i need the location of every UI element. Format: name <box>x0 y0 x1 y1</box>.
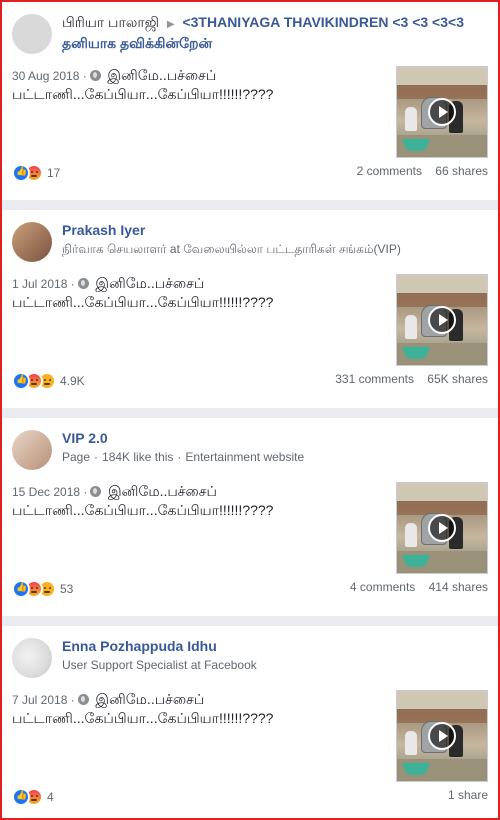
avatar[interactable] <box>12 638 52 678</box>
shares-count[interactable]: 65K shares <box>427 372 488 386</box>
post-body: 7 Jul 2018 · இனிமே..பச்சைப் பட்டாணி...கே… <box>12 691 274 726</box>
comments-count[interactable]: 4 comments <box>350 580 415 594</box>
post-card: Prakash Iyer நிர்வாக செயலாளர் at வேலையில… <box>2 210 498 408</box>
post-card: Enna Pozhappuda Idhu User Support Specia… <box>2 626 498 818</box>
avatar-logo-icon <box>17 26 47 40</box>
post-date[interactable]: 15 Dec 2018 <box>12 485 80 499</box>
post-date[interactable]: 7 Jul 2018 <box>12 693 67 707</box>
play-icon[interactable] <box>428 98 456 126</box>
author-name[interactable]: VIP 2.0 <box>62 430 108 446</box>
page-type: Page <box>62 450 91 464</box>
comments-count[interactable]: 331 comments <box>335 372 414 386</box>
post-footer: 4.9K 331 comments 65K shares <box>12 372 488 392</box>
post-footer: 53 4 comments 414 shares <box>12 580 488 600</box>
post-header: பிரியா பாலாஜி ▶ <3THANIYAGA THAVIKINDREN… <box>62 13 490 52</box>
video-thumbnail[interactable] <box>396 482 488 574</box>
feed-frame: பிரியா பாலாஜி ▶ <3THANIYAGA THAVIKINDREN… <box>0 0 500 820</box>
reaction-count[interactable]: 4 <box>47 790 54 804</box>
globe-icon <box>77 694 89 705</box>
avatar[interactable] <box>12 430 52 470</box>
like-icon[interactable] <box>12 580 30 598</box>
post-header: Prakash Iyer நிர்வாக செயலாளர் at வேலையில… <box>62 221 490 257</box>
play-icon[interactable] <box>428 514 456 542</box>
play-icon[interactable] <box>428 722 456 750</box>
post-header: VIP 2.0 Page · 184K like this · Entertainmen… <box>62 429 490 465</box>
page-likes[interactable]: 184K like this <box>102 450 173 464</box>
reaction-count[interactable]: 53 <box>60 582 73 596</box>
post-body: 30 Aug 2018 · இனிமே..பச்சைப் பட்டாணி...க… <box>12 67 274 102</box>
post-card: VIP 2.0 Page · 184K like this · Entertainmen… <box>2 418 498 616</box>
globe-icon <box>77 278 89 289</box>
video-thumbnail[interactable] <box>396 690 488 782</box>
author-subtitle: User Support Specialist at Facebook <box>62 658 257 672</box>
reaction-count[interactable]: 17 <box>47 166 60 180</box>
avatar[interactable] <box>12 14 52 54</box>
globe-icon <box>90 486 102 497</box>
post-body: 1 Jul 2018 · இனிமே..பச்சைப் பட்டாணி...கே… <box>12 275 274 310</box>
video-thumbnail[interactable] <box>396 274 488 366</box>
post-date[interactable]: 1 Jul 2018 <box>12 277 67 291</box>
page-category: Entertainment website <box>185 450 305 464</box>
shares-count[interactable]: 1 share <box>448 788 488 802</box>
author-name[interactable]: Enna Pozhappuda Idhu <box>62 638 217 654</box>
globe-icon <box>89 70 101 81</box>
post-footer: 4 1 share <box>12 788 488 808</box>
post-date[interactable]: 30 Aug 2018 <box>12 69 79 83</box>
author-name[interactable]: Prakash Iyer <box>62 222 145 238</box>
post-body: 15 Dec 2018 · இனிமே..பச்சைப் பட்டாணி...க… <box>12 483 274 518</box>
arrow-right-icon: ▶ <box>166 19 175 30</box>
like-icon[interactable] <box>12 788 30 806</box>
like-icon[interactable] <box>12 164 30 182</box>
video-thumbnail[interactable] <box>396 66 488 158</box>
like-icon[interactable] <box>12 372 30 390</box>
author-subtitle: Page · 184K like this · Entertainment websit… <box>62 450 305 464</box>
shares-count[interactable]: 414 shares <box>429 580 488 594</box>
author-subtitle: நிர்வாக செயலாளர் at வேலையில்லா பட்டதாரிக… <box>62 242 401 256</box>
author-name[interactable]: பிரியா பாலாஜி <box>62 14 159 30</box>
play-icon[interactable] <box>428 306 456 334</box>
post-card: பிரியா பாலாஜி ▶ <3THANIYAGA THAVIKINDREN… <box>2 2 498 200</box>
post-header: Enna Pozhappuda Idhu User Support Specia… <box>62 637 490 673</box>
shares-count[interactable]: 66 shares <box>435 164 488 178</box>
avatar[interactable] <box>12 222 52 262</box>
post-footer: 17 2 comments 66 shares <box>12 164 488 184</box>
comments-count[interactable]: 2 comments <box>357 164 422 178</box>
reaction-count[interactable]: 4.9K <box>60 374 85 388</box>
